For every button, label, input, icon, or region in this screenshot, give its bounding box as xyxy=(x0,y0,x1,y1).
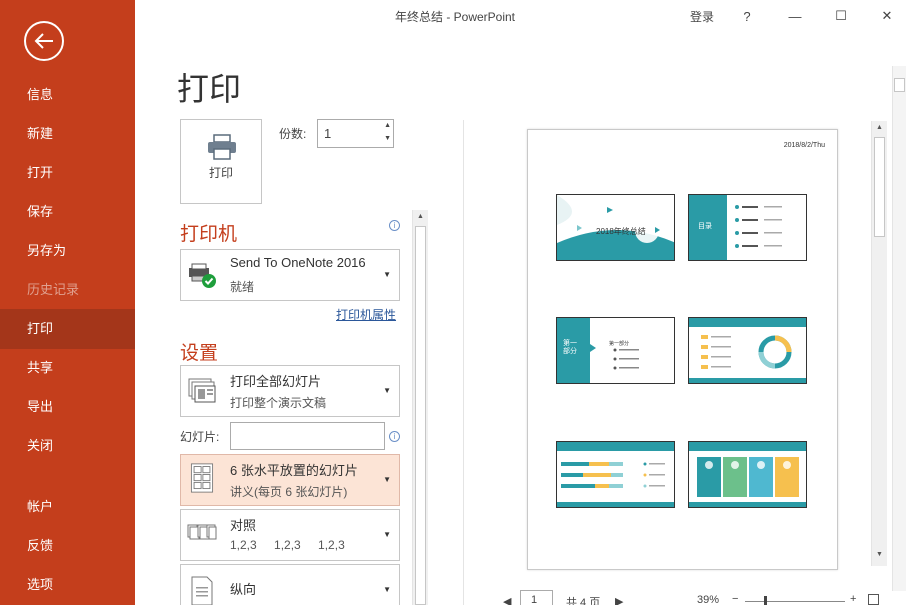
nav-save-as[interactable]: 另存为 xyxy=(0,231,135,271)
orientation-dropdown[interactable]: 纵向 ▼ xyxy=(180,564,400,605)
next-page-icon[interactable]: ▶ xyxy=(615,595,623,605)
printer-status-icon xyxy=(187,260,217,290)
printer-icon xyxy=(207,134,237,160)
page-number-input[interactable]: 1 xyxy=(520,590,553,605)
panel-divider xyxy=(463,120,464,605)
page-title: 打印 xyxy=(177,64,241,110)
close-button[interactable]: ✕ xyxy=(864,0,910,32)
layout-sub: 讲义(每页 6 张幻灯片) xyxy=(230,483,347,500)
slide-4-graphic xyxy=(689,318,807,384)
layout-dropdown[interactable]: 6 张水平放置的幻灯片 讲义(每页 6 张幻灯片) ▼ xyxy=(180,454,400,506)
window-scroll-thumb[interactable] xyxy=(894,78,905,92)
printer-properties-link[interactable]: 打印机属性 xyxy=(336,306,396,323)
nav-save[interactable]: 保存 xyxy=(0,192,135,232)
chevron-down-icon: ▼ xyxy=(383,585,391,594)
slides-stack-icon xyxy=(187,376,217,406)
slide-thumbnail-2: 目录 xyxy=(688,194,807,261)
slide-1-title: 2018年终总结 xyxy=(596,226,646,237)
slide-6-graphic xyxy=(689,442,807,508)
print-range-sub: 打印整个演示文稿 xyxy=(230,394,326,411)
spin-up-icon[interactable]: ▲ xyxy=(384,122,391,129)
slide-thumbnail-5 xyxy=(556,441,675,508)
nav-info[interactable]: 信息 xyxy=(0,75,135,115)
copies-label: 份数: xyxy=(279,125,306,142)
nav-share[interactable]: 共享 xyxy=(0,348,135,388)
zoom-out-icon[interactable]: − xyxy=(732,593,738,605)
fit-to-window-icon[interactable] xyxy=(868,594,879,605)
slides-input[interactable] xyxy=(230,422,385,450)
chevron-down-icon: ▼ xyxy=(383,475,391,484)
print-preview-page: 2018/8/2/Thu 2018年终总结 xyxy=(527,129,838,570)
nav-export[interactable]: 导出 xyxy=(0,387,135,427)
settings-heading: 设置 xyxy=(180,338,218,365)
nav-print[interactable]: 打印 xyxy=(0,309,135,349)
print-button-label: 打印 xyxy=(181,164,261,181)
back-button[interactable] xyxy=(24,21,64,61)
printer-dropdown[interactable]: Send To OneNote 2016 就绪 ▼ xyxy=(180,249,400,301)
prev-page-icon[interactable]: ◀ xyxy=(503,595,511,605)
info-icon[interactable]: i xyxy=(389,220,400,231)
slide-thumbnail-6 xyxy=(688,441,807,508)
nav-history: 历史记录 xyxy=(0,270,135,310)
layout-title: 6 张水平放置的幻灯片 xyxy=(230,460,358,479)
scroll-down-icon[interactable]: ▼ xyxy=(872,551,887,558)
slide-thumbnail-4 xyxy=(688,317,807,384)
minimize-button[interactable]: — xyxy=(772,0,818,32)
window-scrollbar[interactable] xyxy=(892,66,906,591)
portrait-page-icon xyxy=(187,575,217,605)
slide-3-title: 第一部分 xyxy=(563,340,577,356)
nav-options[interactable]: 选项 xyxy=(0,565,135,605)
nav-new[interactable]: 新建 xyxy=(0,114,135,154)
collate-icon xyxy=(187,520,217,550)
printer-name: Send To OneNote 2016 xyxy=(230,255,366,270)
settings-scrollbar[interactable]: ▲ xyxy=(412,210,428,605)
zoom-slider-track[interactable] xyxy=(745,601,845,602)
chevron-down-icon: ▼ xyxy=(383,530,391,539)
scroll-up-icon[interactable]: ▲ xyxy=(872,124,887,131)
spin-down-icon[interactable]: ▼ xyxy=(384,135,391,142)
nav-open[interactable]: 打开 xyxy=(0,153,135,193)
window-title: 年终总结 - PowerPoint xyxy=(135,8,775,25)
printer-status: 就绪 xyxy=(230,278,254,295)
scroll-up-icon[interactable]: ▲ xyxy=(413,213,428,220)
print-range-dropdown[interactable]: 打印全部幻灯片 打印整个演示文稿 ▼ xyxy=(180,365,400,417)
nav-close[interactable]: 关闭 xyxy=(0,426,135,466)
nav-feedback[interactable]: 反馈 xyxy=(0,526,135,566)
slides-label: 幻灯片: xyxy=(180,428,219,445)
orientation-title: 纵向 xyxy=(230,579,256,598)
collate-title: 对照 xyxy=(230,515,256,534)
login-link[interactable]: 登录 xyxy=(690,8,714,25)
printer-heading: 打印机 xyxy=(180,219,237,246)
nav-account[interactable]: 帐户 xyxy=(0,487,135,527)
zoom-in-icon[interactable]: + xyxy=(850,593,856,605)
preview-date: 2018/8/2/Thu xyxy=(784,142,825,149)
zoom-level: 39% xyxy=(697,594,719,605)
collate-sequence: 1,2,3 1,2,3 1,2,3 xyxy=(230,538,345,552)
print-range-title: 打印全部幻灯片 xyxy=(230,371,321,390)
page-total: 共 4 页 xyxy=(566,594,600,605)
zoom-slider-thumb[interactable] xyxy=(764,596,767,605)
preview-scroll-thumb[interactable] xyxy=(874,137,885,237)
slide-thumbnail-3: 第一部分 第一部分 xyxy=(556,317,675,384)
preview-scrollbar[interactable]: ▲ ▼ xyxy=(871,121,887,566)
slide-thumbnail-1: 2018年终总结 xyxy=(556,194,675,261)
copies-value: 1 xyxy=(324,126,331,141)
slide-3-item: 第一部分 xyxy=(609,340,629,347)
scroll-thumb[interactable] xyxy=(415,226,426,605)
info-icon[interactable]: i xyxy=(389,431,400,442)
collate-dropdown[interactable]: 对照 1,2,3 1,2,3 1,2,3 ▼ xyxy=(180,509,400,561)
chevron-down-icon: ▼ xyxy=(383,270,391,279)
maximize-button[interactable]: ☐ xyxy=(818,0,864,32)
arrow-left-icon xyxy=(33,30,55,52)
slide-2-title: 目录 xyxy=(698,221,712,231)
slide-5-graphic xyxy=(557,442,675,508)
print-button[interactable]: 打印 xyxy=(180,119,262,204)
handout-layout-icon xyxy=(187,463,217,493)
backstage-sidebar: 信息 新建 打开 保存 另存为 历史记录 打印 共享 导出 关闭 帐户 反馈 选… xyxy=(0,0,135,605)
copies-stepper[interactable]: 1 ▲ ▼ xyxy=(317,119,394,148)
chevron-down-icon: ▼ xyxy=(383,386,391,395)
help-button[interactable]: ? xyxy=(724,0,770,32)
